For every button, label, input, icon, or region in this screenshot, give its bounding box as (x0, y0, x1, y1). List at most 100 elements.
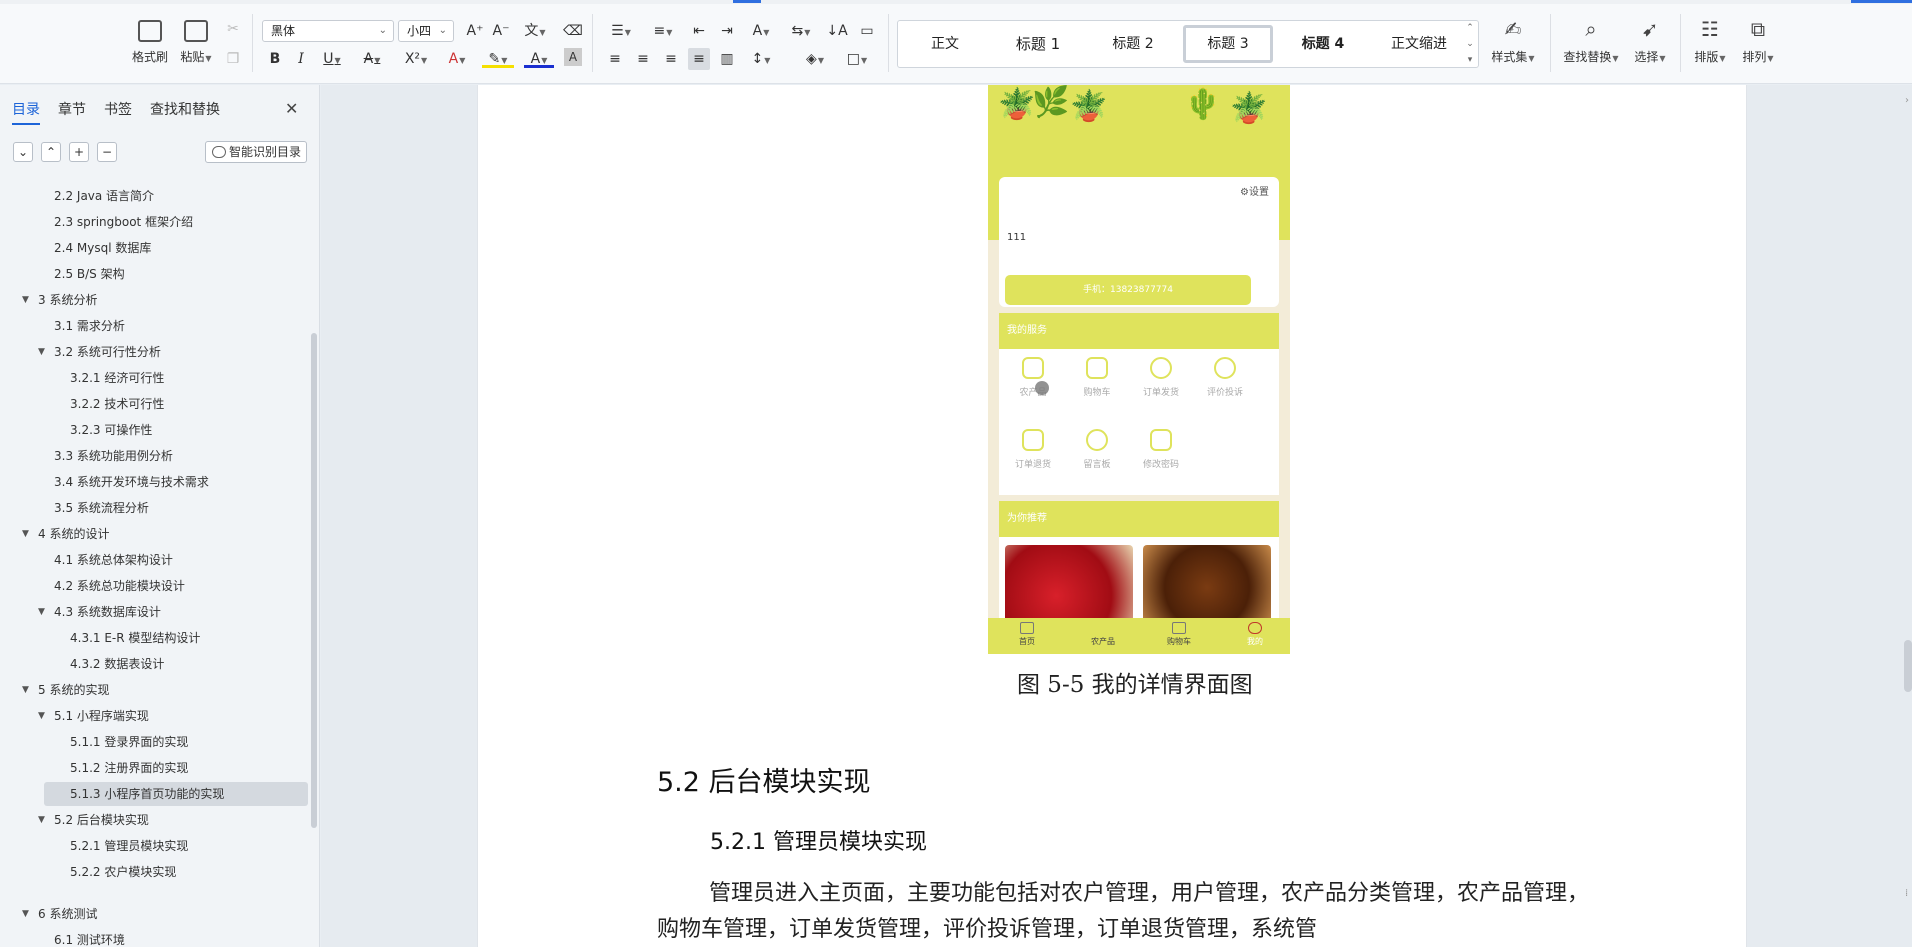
toc-item[interactable]: 2.2 Java 语言简介 (54, 185, 154, 207)
toc-item[interactable]: 2.5 B/S 架构 (54, 263, 125, 285)
phone-bottom-nav: 首页 农产品 购物车 我的 (988, 618, 1290, 654)
toc-item-label: 6 系统测试 (38, 907, 98, 921)
expand-triangle-icon[interactable]: ▼ (22, 903, 29, 925)
align-left-icon[interactable]: ≡ (604, 48, 626, 70)
toc-item[interactable]: 3.2.2 技术可行性 (70, 393, 164, 415)
toc-item[interactable]: 3.3 系统功能用例分析 (54, 445, 173, 467)
sort-icon[interactable]: ↓A (826, 20, 848, 42)
expand-triangle-icon[interactable]: ▼ (22, 679, 29, 701)
toc-item[interactable]: 5.2.2 农户模块实现 (70, 861, 176, 883)
document-scrollbar[interactable] (1904, 640, 1912, 692)
add-heading-button[interactable]: + (69, 142, 89, 162)
style-gallery-scroll[interactable]: ⌃ ⌄ ▾ (1461, 20, 1479, 68)
italic-icon[interactable]: I (290, 48, 312, 70)
expand-triangle-icon[interactable]: ▼ (38, 809, 45, 831)
paste-button[interactable]: 粘贴▼ (170, 16, 222, 72)
shading-icon[interactable]: ◈▼ (800, 48, 830, 70)
toc-item[interactable]: ▼ 4.3 系统数据库设计 (38, 601, 161, 623)
style-heading-1[interactable]: 标题 1 (993, 25, 1083, 63)
find-replace-button[interactable]: ⌕ 查找替换▼ (1558, 18, 1624, 65)
toc-item[interactable]: ▼ 5.2 后台模块实现 (38, 809, 149, 831)
align-right-icon[interactable]: ≡ (660, 48, 682, 70)
toc-item[interactable]: 3.2.3 可操作性 (70, 419, 152, 441)
format-painter-button[interactable]: 格式刷 (124, 16, 176, 72)
collapse-all-button[interactable]: ⌄ (13, 142, 33, 162)
text-direction-icon[interactable]: A▼ (746, 20, 776, 42)
phone-nav-label: 农产品 (1091, 637, 1115, 646)
distributed-icon[interactable]: ▥ (716, 48, 738, 70)
tab-find-replace[interactable]: 查找和替换 (150, 99, 220, 119)
expand-triangle-icon[interactable]: ▼ (22, 523, 29, 545)
toc-item[interactable]: ▼ 5 系统的实现 (22, 679, 109, 701)
tab-bookmarks[interactable]: 书签 (104, 99, 132, 119)
toc-item[interactable]: 2.4 Mysql 数据库 (54, 237, 151, 259)
toc-item[interactable]: 5.2.1 管理员模块实现 (70, 835, 188, 857)
decrease-indent-icon[interactable]: ⇤ (688, 20, 710, 42)
toc-item[interactable]: 5.1.2 注册界面的实现 (70, 757, 188, 779)
layout-button[interactable]: ☷ 排版▼ (1688, 18, 1732, 65)
remove-heading-button[interactable]: − (97, 142, 117, 162)
sort-direction-icon[interactable]: ⇆▼ (786, 20, 816, 42)
toc-item[interactable]: 4.2 系统总功能模块设计 (54, 575, 185, 597)
font-name-select[interactable]: 黑体 ⌄ (262, 20, 394, 42)
style-heading-4[interactable]: 标题 4 (1278, 25, 1368, 63)
font-color-icon[interactable]: A▼ (524, 48, 554, 68)
expand-up-button[interactable]: ⌃ (41, 142, 61, 162)
shrink-font-icon[interactable]: A⁻ (490, 20, 512, 42)
arrange-button[interactable]: ⧉ 排列▼ (1736, 18, 1780, 65)
superscript-icon[interactable]: X²▼ (400, 48, 432, 70)
highlight-icon[interactable]: ✎▼ (482, 48, 514, 68)
expand-triangle-icon[interactable]: ▼ (38, 705, 45, 727)
toc-item[interactable]: ▼ 4 系统的设计 (22, 523, 109, 545)
text-effect-icon[interactable]: A▼ (442, 48, 472, 70)
copy-icon[interactable]: ❐ (222, 48, 244, 70)
toc-item[interactable]: 4.3.1 E-R 模型结构设计 (70, 627, 200, 649)
nav-scrollbar[interactable] (311, 333, 317, 828)
style-heading-2[interactable]: 标题 2 (1088, 25, 1178, 63)
select-button[interactable]: ➹ 选择▼ (1628, 18, 1672, 65)
font-size-select[interactable]: 小四 ⌄ (398, 20, 454, 42)
close-icon[interactable]: ✕ (285, 99, 298, 118)
style-normal[interactable]: 正文 (902, 25, 988, 63)
strikethrough-icon[interactable]: A▼ (358, 48, 386, 70)
toc-item[interactable]: ▼ 3.2 系统可行性分析 (38, 341, 161, 363)
toc-item[interactable]: ▼ 6 系统测试 (22, 903, 98, 925)
expand-triangle-icon[interactable]: ▼ (38, 341, 45, 363)
border-icon[interactable]: □▼ (842, 48, 872, 70)
char-shading-icon[interactable]: A (564, 48, 582, 66)
style-heading-3[interactable]: 标题 3 (1183, 25, 1273, 63)
table-grid-icon[interactable]: ▭ (856, 20, 878, 42)
bullets-icon[interactable]: ☰▼ (606, 20, 636, 42)
tab-toc[interactable]: 目录 (12, 99, 40, 125)
toc-item[interactable]: ▼ 3 系统分析 (22, 289, 97, 311)
phonetic-icon[interactable]: 文▼ (520, 20, 550, 42)
expand-triangle-icon[interactable]: ▼ (22, 289, 29, 311)
justify-icon[interactable]: ≡ (688, 48, 710, 70)
toc-item-label: 3.5 系统流程分析 (54, 501, 149, 515)
toc-item[interactable]: 6.1 测试环境 (54, 929, 125, 947)
toc-item[interactable]: ▼ 5.1 小程序端实现 (38, 705, 149, 727)
line-spacing-icon[interactable]: ↕▼ (746, 48, 776, 70)
style-set-button[interactable]: ✍ 样式集▼ (1485, 18, 1541, 65)
toc-item[interactable]: 3.2.1 经济可行性 (70, 367, 164, 389)
toc-item[interactable]: 5.1.1 登录界面的实现 (70, 731, 188, 753)
toc-item[interactable]: 3.5 系统流程分析 (54, 497, 149, 519)
toc-item[interactable]: 3.1 需求分析 (54, 315, 125, 337)
clear-format-icon[interactable]: ⌫ (562, 20, 584, 42)
smart-toc-button[interactable]: 智能识别目录 (205, 141, 307, 163)
toc-item[interactable]: 3.4 系统开发环境与技术需求 (54, 471, 209, 493)
bold-icon[interactable]: B (264, 48, 286, 70)
toc-item[interactable]: 2.3 springboot 框架介绍 (54, 211, 193, 233)
toc-item[interactable]: 4.1 系统总体架构设计 (54, 549, 173, 571)
style-body-indent[interactable]: 正文缩进 (1373, 25, 1465, 63)
underline-icon[interactable]: U▼ (318, 48, 346, 70)
tab-chapters[interactable]: 章节 (58, 99, 86, 119)
toc-item[interactable]: 5.1.3 小程序首页功能的实现 (70, 783, 224, 805)
cut-icon[interactable]: ✂ (222, 18, 244, 40)
align-center-icon[interactable]: ≡ (632, 48, 654, 70)
increase-indent-icon[interactable]: ⇥ (716, 20, 738, 42)
expand-triangle-icon[interactable]: ▼ (38, 601, 45, 623)
toc-item[interactable]: 4.3.2 数据表设计 (70, 653, 164, 675)
numbering-icon[interactable]: ≡▼ (648, 20, 678, 42)
grow-font-icon[interactable]: A⁺ (464, 20, 486, 42)
